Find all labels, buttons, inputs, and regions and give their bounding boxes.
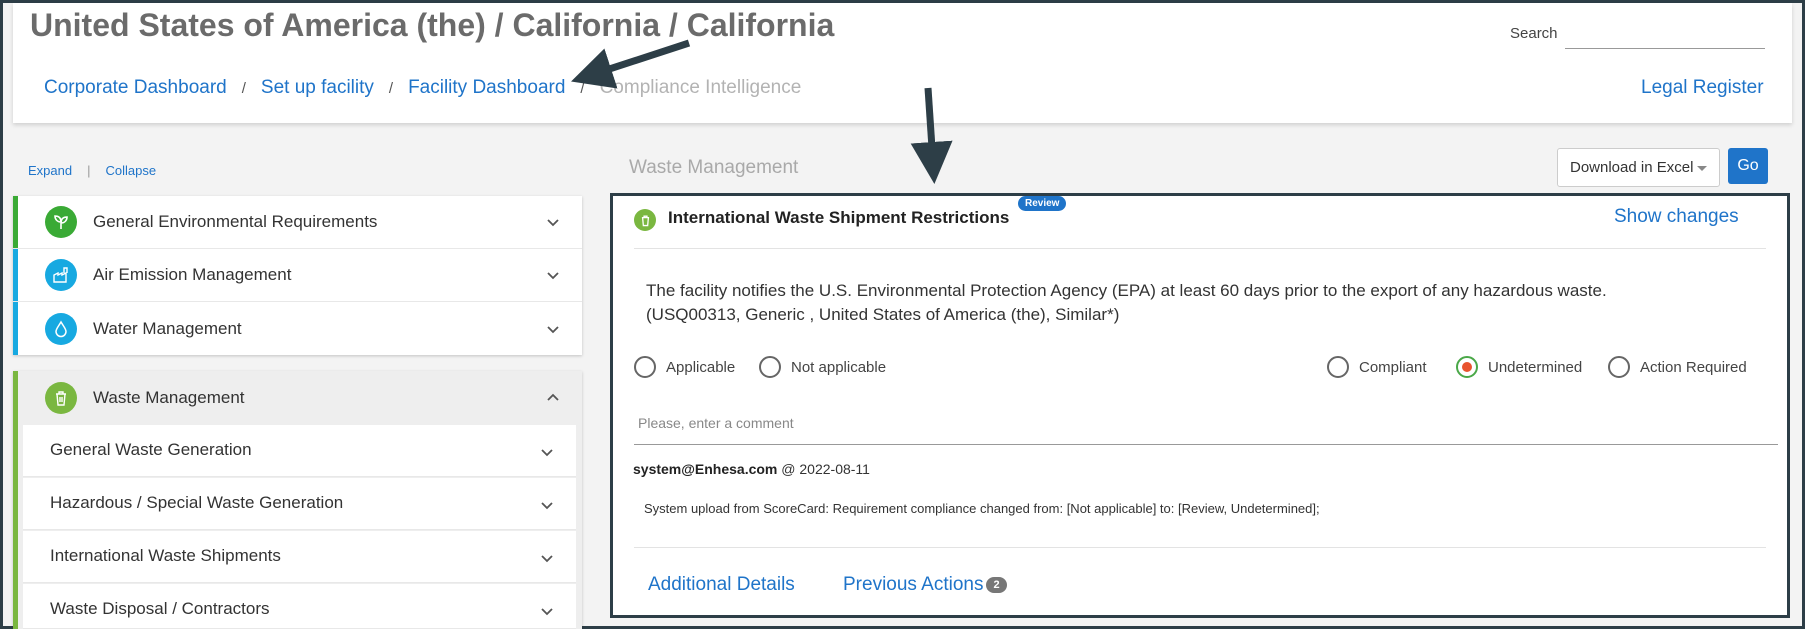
radio-not-applicable[interactable]: Not applicable [759, 356, 886, 378]
breadcrumb-facility-dashboard[interactable]: Facility Dashboard [408, 77, 565, 98]
tree-controls-separator: | [87, 163, 91, 178]
radio-circle[interactable] [634, 356, 656, 378]
breadcrumb-current: Compliance Intelligence [599, 77, 802, 98]
previous-actions-count-badge: 2 [986, 576, 1007, 593]
tab-additional-details[interactable]: Additional Details [648, 574, 795, 596]
waste-management-group: Waste Management General Waste Generatio… [13, 371, 582, 629]
search-input[interactable] [1565, 21, 1765, 49]
category-general-environmental[interactable]: General Environmental Requirements [13, 196, 582, 249]
radio-undetermined[interactable]: Undetermined [1456, 356, 1582, 378]
log-author: system@Enhesa.com [633, 461, 778, 477]
tab-previous-actions-label: Previous Actions [843, 574, 984, 595]
radio-circle-selected[interactable] [1456, 356, 1478, 378]
search-label: Search [1510, 25, 1558, 42]
trash-icon [45, 382, 77, 414]
category-label: Waste Management [93, 388, 245, 407]
log-entry-text: System upload from ScoreCard: Requiremen… [644, 501, 1320, 516]
category-color-bar [13, 302, 18, 355]
water-drop-icon [45, 312, 77, 345]
breadcrumb-separator: / [580, 80, 585, 97]
expand-link[interactable]: Expand [28, 163, 72, 178]
breadcrumb-set-up-facility[interactable]: Set up facility [261, 77, 374, 98]
category-color-bar [13, 249, 18, 301]
subcategory-hazardous-waste-generation[interactable]: Hazardous / Special Waste Generation [23, 478, 576, 530]
go-button[interactable]: Go [1728, 148, 1768, 184]
breadcrumb-corporate-dashboard[interactable]: Corporate Dashboard [44, 77, 227, 98]
download-format-value: Download in Excel [1570, 159, 1694, 176]
chevron-down-icon[interactable] [540, 498, 554, 512]
header-card: United States of America (the) / Califor… [13, 3, 1792, 123]
download-format-select[interactable]: Download in Excel [1557, 148, 1720, 187]
category-water-management[interactable]: Water Management [13, 302, 582, 355]
radio-applicable[interactable]: Applicable [634, 356, 735, 378]
subcategory-waste-disposal-contractors[interactable]: Waste Disposal / Contractors [23, 584, 576, 629]
radio-circle[interactable] [1608, 356, 1630, 378]
subcategory-international-waste-shipments[interactable]: International Waste Shipments [23, 531, 576, 583]
radio-action-required[interactable]: Action Required [1608, 356, 1747, 378]
log-date: @ 2022-08-11 [781, 461, 870, 477]
plant-icon [45, 206, 77, 238]
chevron-up-icon[interactable] [546, 391, 560, 405]
chevron-down-icon[interactable] [540, 445, 554, 459]
breadcrumb-separator: / [388, 80, 394, 97]
breadcrumb-separator: / [241, 80, 246, 97]
section-title: Waste Management [629, 157, 799, 178]
caret-down-icon [1697, 166, 1707, 171]
subcategory-label: Waste Disposal / Contractors [50, 599, 270, 618]
category-list: General Environmental Requirements Air E… [13, 196, 582, 355]
requirement-title: International Waste Shipment Restriction… [668, 208, 1010, 227]
divider [634, 248, 1766, 249]
category-color-bar [13, 196, 18, 248]
category-label: Air Emission Management [93, 265, 292, 284]
page-title: United States of America (the) / Califor… [30, 7, 835, 43]
subcategory-label: Hazardous / Special Waste Generation [50, 493, 344, 512]
divider [634, 547, 1766, 548]
chevron-down-icon[interactable] [546, 215, 560, 229]
category-label: Water Management [93, 318, 242, 338]
radio-label: Compliant [1359, 358, 1427, 376]
show-changes-link[interactable]: Show changes [1614, 206, 1739, 228]
category-air-emission[interactable]: Air Emission Management [13, 249, 582, 302]
category-label: General Environmental Requirements [93, 212, 378, 231]
chevron-down-icon[interactable] [540, 604, 554, 618]
comment-input[interactable] [634, 401, 1778, 445]
chevron-down-icon[interactable] [546, 322, 560, 336]
log-entry-header: system@Enhesa.com @ 2022-08-11 [633, 461, 870, 477]
radio-label: Applicable [666, 358, 736, 376]
factory-icon [45, 259, 77, 291]
chevron-down-icon[interactable] [546, 268, 560, 282]
requirement-reference: (USQ00313, Generic , United States of Am… [646, 305, 1120, 324]
chevron-down-icon[interactable] [540, 551, 554, 565]
category-waste-management[interactable]: Waste Management [13, 371, 582, 425]
subcategory-label: General Waste Generation [50, 440, 252, 459]
collapse-link[interactable]: Collapse [105, 163, 156, 178]
legal-register-link[interactable]: Legal Register [1641, 77, 1764, 99]
review-badge: Review [1018, 196, 1067, 211]
requirement-text: The facility notifies the U.S. Environme… [646, 279, 1607, 327]
requirement-description: The facility notifies the U.S. Environme… [646, 281, 1607, 300]
radio-circle[interactable] [759, 356, 781, 378]
subcategory-label: International Waste Shipments [50, 546, 281, 565]
radio-label: Undetermined [1488, 358, 1583, 376]
requirement-card: International Waste Shipment Restriction… [610, 193, 1790, 618]
radio-compliant[interactable]: Compliant [1327, 356, 1427, 378]
tab-previous-actions[interactable]: Previous Actions 2 [843, 574, 1007, 596]
subcategory-general-waste-generation[interactable]: General Waste Generation [23, 425, 576, 477]
radio-circle[interactable] [1327, 356, 1349, 378]
trash-icon [634, 209, 656, 231]
radio-label: Action Required [1640, 358, 1747, 376]
tree-controls: Expand | Collapse [28, 163, 156, 178]
radio-label: Not applicable [791, 358, 887, 376]
breadcrumb: Corporate Dashboard / Set up facility / Faci… [44, 77, 801, 99]
